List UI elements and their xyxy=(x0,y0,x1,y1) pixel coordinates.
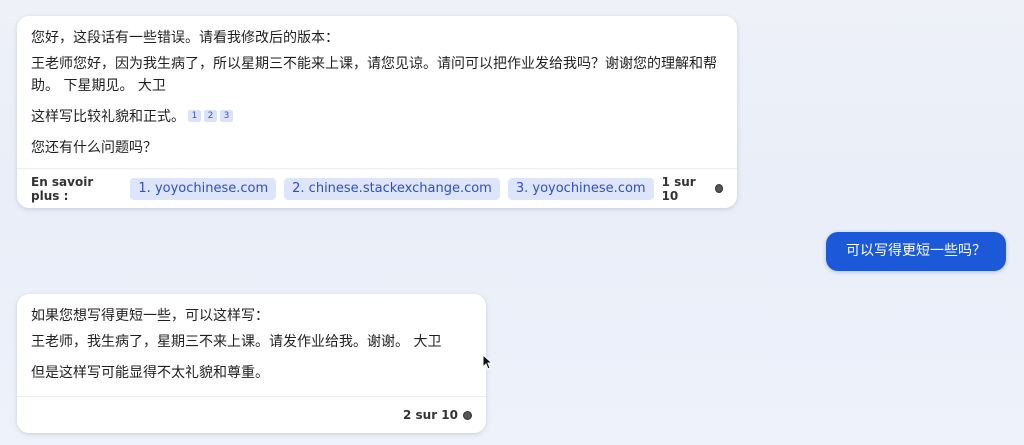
message-footer: 2 sur 10 xyxy=(17,396,486,433)
bot-message-1: 您好，这段话有一些错误。请看我修改后的版本： 王老师您好，因为我生病了，所以星期… xyxy=(17,16,737,208)
bot-message-1-body: 您好，这段话有一些错误。请看我修改后的版本： 王老师您好，因为我生病了，所以星期… xyxy=(17,16,737,159)
user-message: 可以写得更短一些吗？ xyxy=(826,232,1006,271)
bot-message-2: 如果您想写得更短一些，可以这样写： 王老师，我生病了，星期三不来上课。请发作业给… xyxy=(17,294,486,433)
citation-badge-2[interactable]: 2 xyxy=(204,110,217,122)
message-text: 但是这样写可能显得不太礼貌和尊重。 xyxy=(31,365,269,381)
response-counter: 1 sur 10 xyxy=(662,175,723,203)
message-text: 王老师您好，因为我生病了，所以星期三不能来上课，请您见谅。请问可以把作业发给我吗… xyxy=(31,56,717,94)
message-text: 这样写比较礼貌和正式。 xyxy=(31,109,185,125)
source-link-3[interactable]: 3. yoyochinese.com xyxy=(507,177,654,200)
response-counter-text: 2 sur 10 xyxy=(402,408,458,422)
source-link-2[interactable]: 2. chinese.stackexchange.com xyxy=(284,177,500,200)
user-message-text: 可以写得更短一些吗？ xyxy=(846,243,986,259)
response-counter: 2 sur 10 xyxy=(403,408,472,422)
sources-footer: En savoir plus : 1. yoyochinese.com 2. c… xyxy=(17,168,737,208)
message-text-with-citations: 这样写比较礼貌和正式。 1 2 3 xyxy=(31,106,723,128)
message-text: 您好，这段话有一些错误。请看我修改后的版本： xyxy=(31,30,339,46)
response-counter-text: 1 sur 10 xyxy=(661,174,696,203)
status-dot-icon xyxy=(463,410,472,420)
citation-badge-3[interactable]: 3 xyxy=(220,110,233,122)
message-text: 如果您想写得更短一些，可以这样写： xyxy=(31,308,269,324)
learn-more-label: En savoir plus : xyxy=(31,174,94,203)
message-text: 您还有什么问题吗？ xyxy=(31,140,157,156)
citation-badge-1[interactable]: 1 xyxy=(188,110,201,122)
source-link-1[interactable]: 1. yoyochinese.com xyxy=(130,177,277,200)
bot-message-2-body: 如果您想写得更短一些，可以这样写： 王老师，我生病了，星期三不来上课。请发作业给… xyxy=(17,294,486,384)
mouse-cursor-icon xyxy=(482,354,492,370)
message-text: 王老师，我生病了，星期三不来上课。请发作业给我。谢谢。 大卫 xyxy=(31,334,442,350)
status-dot-icon xyxy=(714,184,723,193)
